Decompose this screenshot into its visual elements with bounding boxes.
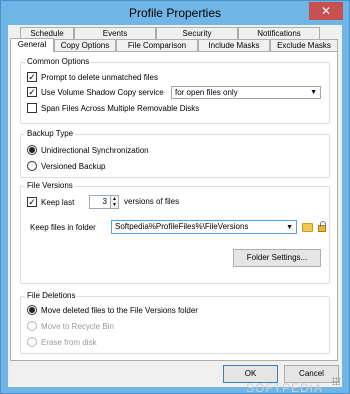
lock-icon[interactable] [318, 221, 326, 232]
file-versions-group: File Versions ✓ Keep last 3 ▲ ▼ versions… [20, 181, 330, 284]
keep-count-stepper[interactable]: ▲ ▼ [110, 195, 119, 209]
version-folder-value: Softpedia%ProfileFiles%\FileVersions [115, 222, 249, 231]
profile-properties-window: Profile Properties ✕ Schedule Events Sec… [0, 0, 350, 394]
vss-row[interactable]: ✓ Use Volume Shadow Copy service [27, 87, 164, 97]
unidirectional-label: Unidirectional Synchronization [41, 145, 149, 155]
file-deletions-title: File Deletions [25, 291, 78, 300]
common-options-group: Common Options ✓ Prompt to delete unmatc… [20, 57, 330, 124]
span-row[interactable]: Span Files Across Multiple Removable Dis… [27, 103, 199, 113]
backup-type-title: Backup Type [25, 129, 76, 138]
prompt-delete-row[interactable]: ✓ Prompt to delete unmatched files [27, 72, 158, 82]
vss-label: Use Volume Shadow Copy service [41, 87, 164, 97]
vss-mode-value: for open files only [175, 88, 238, 97]
keep-last-label: Keep last [41, 197, 75, 207]
span-checkbox[interactable] [27, 103, 37, 113]
deletion-option-erase: Erase from disk [27, 337, 97, 347]
prompt-delete-label: Prompt to delete unmatched files [41, 72, 158, 82]
window-title: Profile Properties [128, 6, 222, 20]
folder-label: Keep files in folder [30, 223, 96, 232]
file-deletions-group: File Deletions Move deleted files to the… [20, 291, 330, 354]
radio-selected-dot [29, 307, 35, 313]
radio-unidirectional[interactable] [27, 145, 37, 155]
radio-selected-dot [29, 147, 35, 153]
radio-versioned[interactable] [27, 161, 37, 171]
chevron-down-icon: ▼ [286, 224, 293, 231]
common-options-title: Common Options [25, 57, 92, 66]
erase-label: Erase from disk [41, 337, 97, 347]
folder-settings-button[interactable]: Folder Settings... [233, 249, 321, 267]
keep-last-checkbox[interactable]: ✓ [27, 197, 37, 207]
radio-recycle-bin [27, 321, 37, 331]
dialog-client-area: Schedule Events Security Notifications G… [8, 25, 342, 394]
version-folder-input[interactable]: Softpedia%ProfileFiles%\FileVersions ▼ [111, 220, 297, 234]
vss-checkbox[interactable]: ✓ [27, 87, 37, 97]
backup-option-versioned[interactable]: Versioned Backup [27, 161, 106, 171]
recycle-bin-label: Move to Recycle Bin [41, 321, 114, 331]
move-to-versions-label: Move deleted files to the File Versions … [41, 305, 198, 315]
general-tab-panel: Common Options ✓ Prompt to delete unmatc… [10, 51, 338, 361]
span-label: Span Files Across Multiple Removable Dis… [41, 103, 200, 113]
chevron-down-icon: ▼ [310, 89, 317, 96]
close-button[interactable]: ✕ [309, 2, 343, 20]
versioned-label: Versioned Backup [41, 161, 106, 171]
tab-general[interactable]: General [10, 38, 54, 52]
keep-count-input[interactable]: 3 [89, 195, 111, 209]
vss-mode-select[interactable]: for open files only ▼ [171, 86, 321, 99]
title-bar[interactable]: Profile Properties ✕ [1, 1, 349, 25]
folder-browse-icon[interactable] [302, 223, 313, 232]
deletion-option-move-to-versions[interactable]: Move deleted files to the File Versions … [27, 305, 198, 315]
cancel-button[interactable]: Cancel [284, 365, 339, 383]
ok-button[interactable]: OK [223, 365, 278, 383]
radio-erase [27, 337, 37, 347]
resize-grip-icon[interactable] [332, 377, 340, 385]
spin-down-icon[interactable]: ▼ [111, 202, 118, 208]
file-versions-title: File Versions [25, 181, 75, 190]
radio-move-to-versions[interactable] [27, 305, 37, 315]
deletion-option-recycle-bin: Move to Recycle Bin [27, 321, 114, 331]
backup-option-unidirectional[interactable]: Unidirectional Synchronization [27, 145, 149, 155]
versions-suffix: versions of files [124, 197, 180, 206]
backup-type-group: Backup Type Unidirectional Synchronizati… [20, 129, 330, 178]
keep-last-row[interactable]: ✓ Keep last [27, 197, 74, 207]
prompt-delete-checkbox[interactable]: ✓ [27, 72, 37, 82]
